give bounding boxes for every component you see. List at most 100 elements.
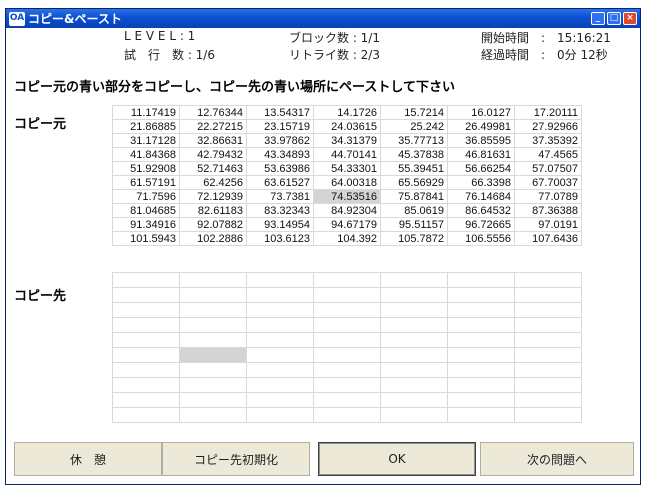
dest-cell[interactable]	[447, 317, 515, 333]
source-cell[interactable]: 33.97862	[246, 133, 314, 148]
source-cell[interactable]: 107.6436	[514, 231, 582, 246]
dest-cell[interactable]	[447, 392, 515, 408]
dest-cell[interactable]	[380, 287, 448, 303]
source-cell[interactable]: 77.0789	[514, 189, 582, 204]
source-cell[interactable]: 14.1726	[313, 105, 381, 120]
dest-cell[interactable]	[380, 317, 448, 333]
dest-cell[interactable]	[112, 272, 180, 288]
dest-cell[interactable]	[447, 332, 515, 348]
dest-cell[interactable]	[246, 362, 314, 378]
dest-cell[interactable]	[179, 407, 247, 423]
source-cell[interactable]: 24.03615	[313, 119, 381, 134]
dest-cell[interactable]	[514, 362, 582, 378]
source-cell[interactable]: 32.86631	[179, 133, 247, 148]
source-cell[interactable]: 46.81631	[447, 147, 515, 162]
dest-cell[interactable]	[313, 362, 381, 378]
dest-cell[interactable]	[246, 287, 314, 303]
dest-cell[interactable]	[313, 287, 381, 303]
dest-cell[interactable]	[179, 377, 247, 393]
dest-cell[interactable]	[514, 377, 582, 393]
dest-cell[interactable]	[246, 272, 314, 288]
source-cell[interactable]: 45.37838	[380, 147, 448, 162]
source-cell[interactable]: 61.57191	[112, 175, 180, 190]
source-cell[interactable]: 34.31379	[313, 133, 381, 148]
dest-cell[interactable]	[380, 392, 448, 408]
source-cell[interactable]: 52.71463	[179, 161, 247, 176]
dest-cell[interactable]	[179, 362, 247, 378]
dest-cell[interactable]	[380, 332, 448, 348]
dest-cell[interactable]	[380, 302, 448, 318]
source-cell[interactable]: 95.51157	[380, 217, 448, 232]
source-cell[interactable]: 67.70037	[514, 175, 582, 190]
dest-cell[interactable]	[447, 347, 515, 363]
dest-cell[interactable]	[380, 362, 448, 378]
dest-cell[interactable]	[380, 407, 448, 423]
dest-cell[interactable]	[179, 287, 247, 303]
dest-cell[interactable]	[179, 317, 247, 333]
source-cell[interactable]: 66.3398	[447, 175, 515, 190]
source-cell[interactable]: 94.67179	[313, 217, 381, 232]
source-cell[interactable]: 11.17419	[112, 105, 180, 120]
dest-cell[interactable]	[246, 392, 314, 408]
source-cell[interactable]: 91.34916	[112, 217, 180, 232]
source-cell[interactable]: 13.54317	[246, 105, 314, 120]
dest-cell[interactable]	[514, 407, 582, 423]
source-cell[interactable]: 41.84368	[112, 147, 180, 162]
dest-cell[interactable]	[179, 302, 247, 318]
dest-cell[interactable]	[179, 272, 247, 288]
dest-cell[interactable]	[447, 287, 515, 303]
ok-button[interactable]: OK	[318, 442, 476, 476]
source-cell[interactable]: 47.4565	[514, 147, 582, 162]
dest-cell[interactable]	[514, 347, 582, 363]
dest-cell[interactable]	[313, 317, 381, 333]
dest-cell[interactable]	[246, 302, 314, 318]
dest-cell[interactable]	[514, 332, 582, 348]
source-cell[interactable]: 75.87841	[380, 189, 448, 204]
source-cell[interactable]: 63.61527	[246, 175, 314, 190]
source-cell[interactable]: 36.85595	[447, 133, 515, 148]
dest-cell[interactable]	[313, 347, 381, 363]
dest-cell[interactable]	[246, 377, 314, 393]
dest-cell[interactable]	[447, 377, 515, 393]
dest-cell[interactable]	[112, 302, 180, 318]
dest-cell[interactable]	[514, 272, 582, 288]
dest-cell[interactable]	[447, 272, 515, 288]
source-cell[interactable]: 101.5943	[112, 231, 180, 246]
dest-cell[interactable]	[380, 272, 448, 288]
source-cell[interactable]: 62.4256	[179, 175, 247, 190]
next-question-button[interactable]: 次の問題へ	[480, 442, 634, 476]
source-cell[interactable]: 27.92966	[514, 119, 582, 134]
source-cell[interactable]: 55.39451	[380, 161, 448, 176]
source-cell[interactable]: 16.0127	[447, 105, 515, 120]
source-cell[interactable]: 102.2886	[179, 231, 247, 246]
source-cell[interactable]: 37.35392	[514, 133, 582, 148]
source-cell[interactable]: 71.7596	[112, 189, 180, 204]
dest-cell[interactable]	[179, 347, 247, 363]
source-cell[interactable]: 97.0191	[514, 217, 582, 232]
dest-cell[interactable]	[514, 392, 582, 408]
dest-cell[interactable]	[313, 392, 381, 408]
source-cell[interactable]: 106.5556	[447, 231, 515, 246]
dest-cell[interactable]	[447, 302, 515, 318]
dest-cell[interactable]	[313, 332, 381, 348]
dest-cell[interactable]	[112, 347, 180, 363]
source-cell[interactable]: 57.07507	[514, 161, 582, 176]
source-cell[interactable]: 84.92304	[313, 203, 381, 218]
title-bar[interactable]: OA コピー&ペースト _ □ ×	[6, 9, 640, 28]
dest-cell[interactable]	[313, 377, 381, 393]
source-cell[interactable]: 76.14684	[447, 189, 515, 204]
source-cell[interactable]: 56.66254	[447, 161, 515, 176]
source-cell[interactable]: 23.15719	[246, 119, 314, 134]
dest-cell[interactable]	[246, 317, 314, 333]
source-cell[interactable]: 31.17128	[112, 133, 180, 148]
source-cell[interactable]: 87.36388	[514, 203, 582, 218]
source-cell[interactable]: 15.7214	[380, 105, 448, 120]
dest-cell[interactable]	[112, 332, 180, 348]
dest-cell[interactable]	[179, 392, 247, 408]
source-cell[interactable]: 43.34893	[246, 147, 314, 162]
dest-cell[interactable]	[447, 362, 515, 378]
source-cell[interactable]: 81.04685	[112, 203, 180, 218]
close-button[interactable]: ×	[623, 12, 637, 25]
source-cell[interactable]: 42.79432	[179, 147, 247, 162]
source-cell[interactable]: 83.32343	[246, 203, 314, 218]
